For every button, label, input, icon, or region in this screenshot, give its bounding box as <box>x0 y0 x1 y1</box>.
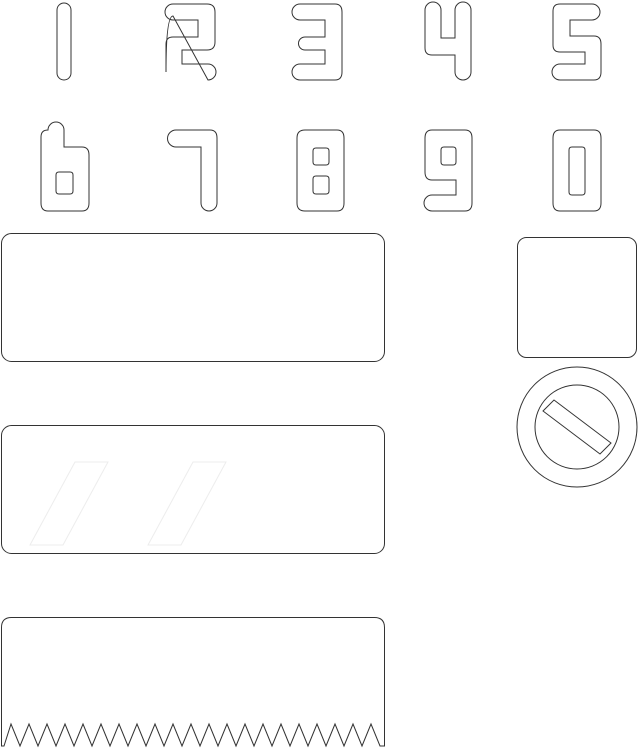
plate-serrated <box>1 617 385 748</box>
digit-7 <box>167 129 218 212</box>
digit-1 <box>56 2 72 81</box>
square-tile-icon <box>517 237 637 358</box>
plate-plain <box>1 233 385 362</box>
digit-5 <box>551 3 602 81</box>
prohibition-sign-icon <box>516 366 638 488</box>
digit-6 <box>40 121 90 212</box>
plate-glossy <box>1 425 385 554</box>
digit-4 <box>424 1 472 81</box>
digit-2 <box>164 3 217 81</box>
digit-0 <box>552 129 602 212</box>
digit-9 <box>423 129 473 212</box>
digit-3 <box>291 3 343 81</box>
digit-8 <box>296 129 345 212</box>
template-sheet <box>1 1 638 748</box>
